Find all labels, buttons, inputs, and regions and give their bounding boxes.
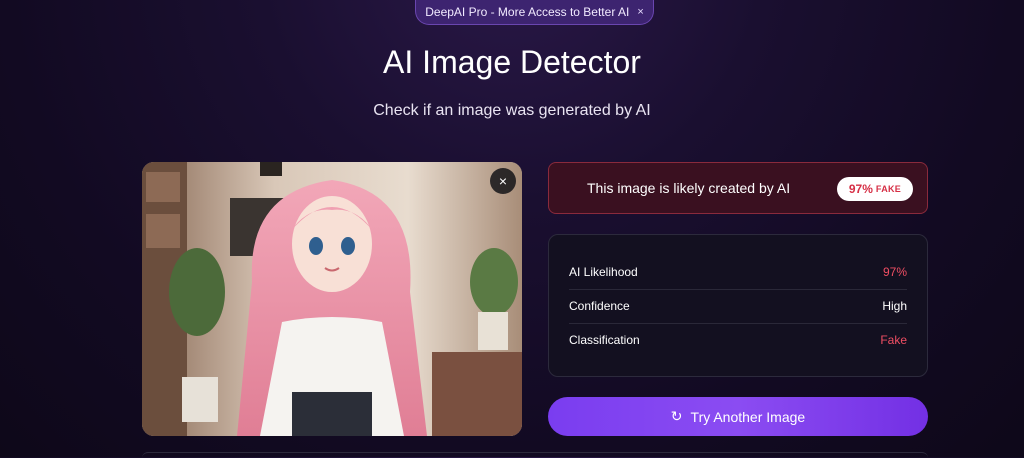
stat-row-ai-likelihood: AI Likelihood 97% [569,255,907,290]
stat-row-classification: Classification Fake [569,323,907,357]
promo-text[interactable]: DeepAI Pro - More Access to Better AI [425,5,629,19]
try-another-image-button[interactable]: ↻ Try Another Image [548,397,928,436]
stat-value: 97% [882,265,907,279]
badge-percent: 97% [848,182,873,196]
verdict-message: This image is likely created by AI [587,180,791,196]
uploaded-image [142,162,522,436]
stat-value: High [882,299,907,313]
refresh-icon: ↻ [670,408,683,424]
anime-girl-image [142,162,522,436]
badge-label: FAKE [875,184,902,194]
promo-close-icon[interactable]: × [637,6,643,18]
promo-banner[interactable]: DeepAI Pro - More Access to Better AI × [415,0,654,25]
try-another-label: Try Another Image [690,408,806,425]
next-section-edge [142,452,928,458]
page-subtitle: Check if an image was generated by AI [373,102,651,119]
stat-row-confidence: Confidence High [569,289,907,324]
remove-image-icon[interactable]: × [490,168,516,194]
verdict-badge: 97% FAKE [837,177,913,201]
page-title: AI Image Detector [383,44,641,80]
stat-label: Classification [569,333,640,347]
results-panel: AI Likelihood 97% Confidence High Classi… [548,234,928,377]
stat-label: Confidence [569,299,630,313]
stat-value: Fake [880,333,907,347]
verdict-banner: This image is likely created by AI 97% F… [548,162,928,214]
stat-label: AI Likelihood [569,265,638,279]
